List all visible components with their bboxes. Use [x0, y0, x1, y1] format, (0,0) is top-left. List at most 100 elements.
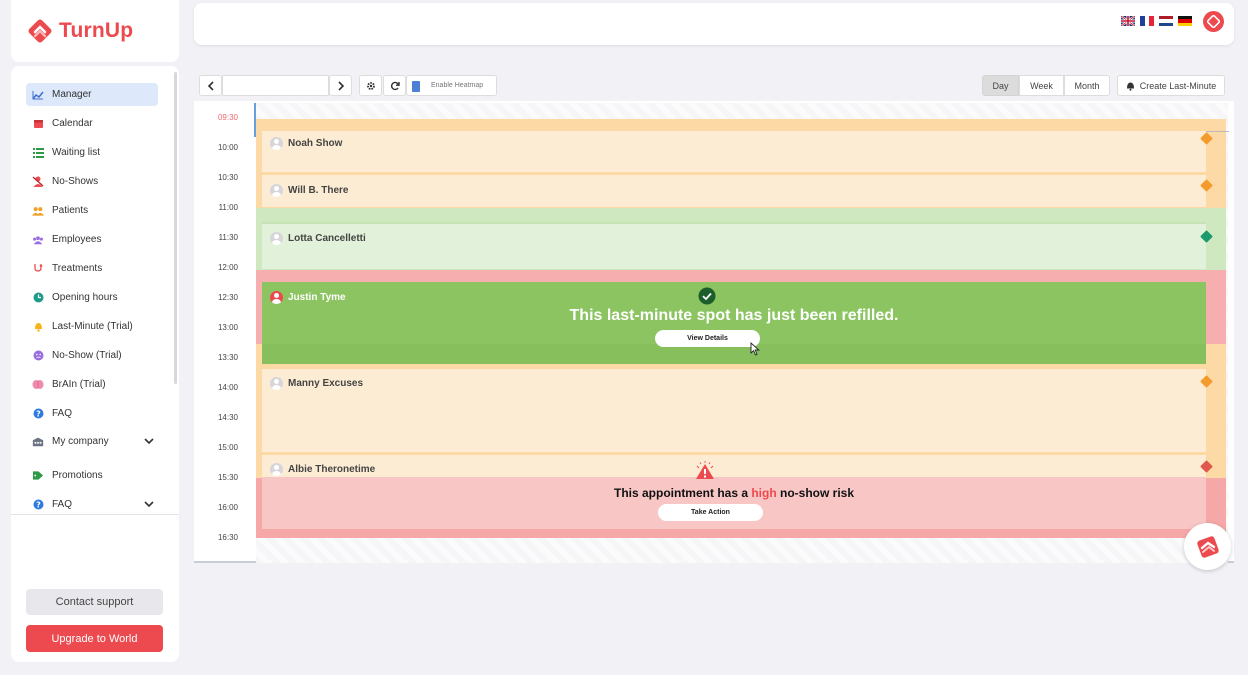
- sidebar-item-calendar[interactable]: Calendar: [26, 112, 158, 135]
- svg-text:?: ?: [36, 409, 41, 418]
- sidebar-divider: [11, 514, 179, 515]
- appointment-patient: Justin Tyme: [270, 291, 346, 304]
- sidebar-item-no-shows[interactable]: No-Shows: [26, 170, 158, 193]
- appointment-patient: Lotta Cancelletti: [270, 232, 366, 245]
- settings-button[interactable]: [359, 75, 382, 96]
- appointment-card[interactable]: Manny Excuses: [262, 367, 1213, 452]
- prev-day-button[interactable]: [199, 75, 222, 96]
- sidebar-item-patients[interactable]: Patients: [26, 199, 158, 222]
- floating-turnup-button[interactable]: [1184, 523, 1231, 570]
- risk-overlay: [262, 477, 1206, 529]
- view-month-tab[interactable]: Month: [1064, 75, 1110, 96]
- time-label: 10:30: [217, 173, 238, 182]
- time-label: 11:30: [218, 233, 238, 242]
- refresh-button[interactable]: [383, 75, 406, 96]
- sidebar-item-label: Waiting list: [52, 147, 100, 158]
- contact-support-button[interactable]: Contact support: [26, 589, 163, 615]
- time-label: 13:30: [217, 353, 238, 362]
- turnup-logo-icon: [1196, 535, 1219, 558]
- sidebar-item-manager[interactable]: Manager: [26, 83, 158, 106]
- sidebar-item-faq[interactable]: ? FAQ: [26, 402, 158, 425]
- time-label: 16:30: [217, 533, 238, 542]
- tag-icon: [32, 470, 44, 482]
- account-avatar[interactable]: [1203, 11, 1224, 32]
- de-flag-icon[interactable]: [1178, 16, 1192, 26]
- fr-flag-icon[interactable]: [1140, 16, 1155, 26]
- mouse-cursor-icon: [750, 342, 760, 356]
- time-label: 14:30: [217, 413, 238, 422]
- user-slash-icon: [32, 176, 44, 188]
- sidebar-item-employees[interactable]: Employees: [26, 228, 158, 251]
- brain-icon: [32, 379, 44, 391]
- bell-icon: [32, 321, 44, 333]
- refill-footer: [262, 344, 1206, 364]
- nl-flag-icon[interactable]: [1159, 16, 1173, 26]
- chevron-down-icon[interactable]: [144, 499, 154, 509]
- chevron-left-icon: [207, 80, 214, 91]
- sidebar-item-no-show-trial[interactable]: No-Show (Trial): [26, 344, 158, 367]
- app-logo[interactable]: TurnUp: [11, 0, 179, 62]
- upgrade-button[interactable]: Upgrade to World: [26, 625, 163, 652]
- appointment-card[interactable]: Lotta Cancelletti: [262, 222, 1213, 269]
- appointment-patient: Noah Show: [270, 137, 342, 150]
- sidebar-item-opening-hours[interactable]: Opening hours: [26, 286, 158, 309]
- next-day-button[interactable]: [329, 75, 352, 96]
- sidebar-item-my-company[interactable]: My company: [26, 430, 158, 453]
- svg-text:?: ?: [36, 500, 41, 509]
- sidebar-scrollbar[interactable]: [174, 72, 177, 384]
- enable-heatmap-button[interactable]: Enable Heatmap: [406, 75, 497, 96]
- avatar: [270, 291, 283, 304]
- appointment-patient: Manny Excuses: [270, 377, 363, 390]
- appointment-card-high-risk[interactable]: Albie Theronetime This appointment has a…: [262, 453, 1213, 529]
- sidebar-item-label: My company: [52, 436, 109, 447]
- current-time-indicator: [254, 103, 256, 137]
- sidebar-item-label: Manager: [52, 89, 92, 100]
- appointment-card-refilled[interactable]: Justin Tyme This last-minute spot has ju…: [262, 282, 1206, 364]
- take-action-button[interactable]: Take Action: [658, 504, 763, 521]
- risk-message: This appointment has a high no-show risk: [613, 486, 855, 500]
- sidebar-item-brain[interactable]: BrAIn (Trial): [26, 373, 158, 396]
- sidebar-item-last-minute[interactable]: Last-Minute (Trial): [26, 315, 158, 338]
- appointment-patient: Will B. There: [270, 184, 348, 197]
- list-icon: [32, 147, 44, 159]
- appointment-card[interactable]: Noah Show: [262, 129, 1213, 172]
- sidebar-item-label: Patients: [52, 205, 89, 216]
- sidebar-item-label: Treatments: [52, 263, 103, 274]
- chevron-down-icon[interactable]: [144, 436, 154, 446]
- en-flag-icon[interactable]: [1121, 16, 1135, 26]
- top-bar: [194, 3, 1234, 45]
- view-details-button[interactable]: View Details: [655, 330, 760, 347]
- sidebar-item-faq-2[interactable]: ? FAQ: [26, 493, 158, 516]
- date-input[interactable]: [222, 75, 329, 96]
- users-icon: [32, 205, 44, 217]
- avatar: [270, 232, 283, 245]
- view-day-tab[interactable]: Day: [982, 75, 1019, 96]
- sidebar-item-promotions[interactable]: Promotions: [26, 464, 158, 487]
- stethoscope-icon: [32, 263, 44, 275]
- avatar: [270, 137, 283, 150]
- time-label: 12:30: [217, 293, 238, 302]
- sidebar-item-waiting-list[interactable]: Waiting list: [26, 141, 158, 164]
- create-last-minute-button[interactable]: Create Last-Minute: [1117, 75, 1225, 96]
- sidebar-item-label: Last-Minute (Trial): [52, 321, 133, 332]
- view-week-tab[interactable]: Week: [1019, 75, 1064, 96]
- time-label: 10:00: [217, 143, 238, 152]
- turnup-logo-icon: [27, 18, 53, 44]
- calendar-icon: [32, 118, 44, 130]
- chevron-right-icon: [337, 80, 344, 91]
- sidebar-item-treatments[interactable]: Treatments: [26, 257, 158, 280]
- sidebar-item-label: BrAIn (Trial): [52, 379, 106, 390]
- sidebar: Manager Calendar Waiting list No-Shows P…: [11, 66, 179, 662]
- time-label: 12:00: [217, 263, 238, 272]
- chart-line-icon: [32, 89, 44, 101]
- sidebar-item-label: Opening hours: [52, 292, 118, 303]
- time-label: 15:30: [217, 473, 238, 482]
- time-label: 09:30: [217, 113, 238, 122]
- sidebar-item-label: Calendar: [52, 118, 93, 129]
- check-circle-icon: [698, 287, 716, 305]
- appointment-card[interactable]: Will B. There: [262, 173, 1213, 207]
- warning-icon: [696, 461, 714, 479]
- face-icon: [32, 350, 44, 362]
- building-icon: [32, 436, 44, 448]
- refresh-icon: [390, 81, 400, 90]
